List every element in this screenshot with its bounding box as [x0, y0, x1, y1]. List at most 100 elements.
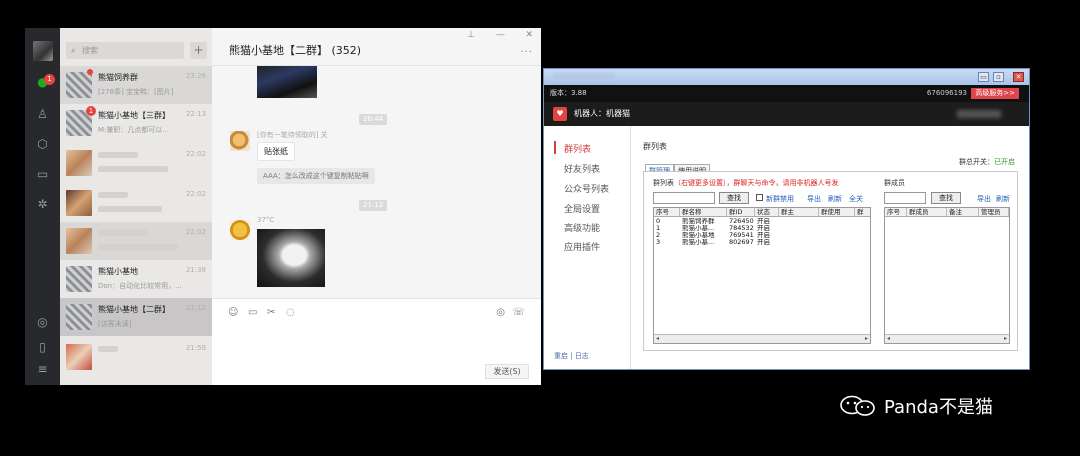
cell-status: 开启 [757, 232, 770, 239]
emoji-icon[interactable]: ☺ [228, 307, 238, 318]
sender-avatar[interactable] [230, 220, 250, 240]
refresh-groups-link[interactable]: 刷新 [828, 194, 842, 204]
refresh-members-link[interactable]: 刷新 [996, 194, 1010, 204]
conversation-item-selected[interactable]: 熊猫小基地【二群】 [访客未读] 21:12 [60, 298, 212, 336]
nav-advanced[interactable]: 高级功能 [564, 221, 600, 234]
conversation-time: 22:02 [185, 228, 206, 236]
new-group-disable-label[interactable]: 新群禁用 [766, 194, 794, 204]
members-label: 群成员 [884, 179, 905, 187]
send-button[interactable]: 发送(S) [485, 364, 529, 379]
minimize-icon[interactable]: ▭ [978, 72, 989, 82]
folder-icon[interactable]: ▭ [248, 307, 257, 318]
conversation-time: 22:13 [185, 110, 206, 118]
group-search-input[interactable] [653, 192, 715, 204]
folder-icon[interactable]: ▭ [35, 167, 50, 182]
column-header[interactable]: 群使用 [819, 208, 855, 216]
close-icon[interactable]: ✕ [1013, 72, 1024, 82]
scissors-icon[interactable]: ✂ [267, 307, 275, 318]
contacts-icon[interactable]: ♙ [35, 107, 50, 122]
select-all-link[interactable]: 全关 [849, 194, 863, 204]
column-header[interactable]: 序号 [885, 208, 907, 216]
blurred-avatar [66, 150, 92, 176]
restart-log-links[interactable]: 重启 | 日志 [554, 351, 589, 361]
member-count: (352) [331, 44, 362, 57]
nav-friend-list[interactable]: 好友列表 [564, 162, 600, 175]
maximize-icon[interactable]: ▫ [993, 72, 1004, 82]
quoted-message[interactable]: AAA：怎么改成这个键复制粘贴啊 [257, 168, 375, 184]
member-table[interactable]: 序号 群成员 备注 管理员 ◂ ▸ [884, 207, 1010, 344]
table-row[interactable]: 3 熊猫小基... 802697 开启 [654, 239, 779, 246]
version-label: 版本：3.88 [550, 89, 587, 97]
column-header[interactable]: 群名称 [680, 208, 727, 216]
call-icon[interactable]: ☏ [512, 307, 525, 318]
export-members-link[interactable]: 导出 [977, 194, 991, 204]
table-row[interactable]: 2 熊猫小基地 769541 开启 [654, 232, 779, 239]
column-header[interactable]: 群主 [779, 208, 819, 216]
text-message[interactable]: 贴张纸 [257, 142, 295, 161]
cell-index: 0 [656, 218, 661, 225]
image-message[interactable] [257, 66, 317, 98]
find-group-button[interactable]: 查找 [719, 192, 749, 204]
conversation-time: 21:38 [185, 266, 206, 274]
scroll-right-icon[interactable]: ▸ [1004, 335, 1007, 343]
box-icon[interactable]: ⬡ [35, 137, 50, 152]
conversation-time: 23:26 [185, 72, 206, 80]
window-titlebar[interactable]: ▭ ▫ ✕ [544, 69, 1029, 85]
column-header[interactable]: 群成员 [907, 208, 947, 216]
conversation-item[interactable]: 21:59 [60, 338, 212, 376]
scroll-left-icon[interactable]: ◂ [887, 335, 890, 343]
column-header[interactable]: 序号 [654, 208, 680, 216]
more-icon[interactable]: ··· [520, 47, 533, 58]
blurred-preview [98, 206, 162, 212]
compass-icon[interactable]: ◎ [35, 315, 50, 330]
column-header[interactable]: 备注 [947, 208, 979, 216]
sender-avatar[interactable] [230, 131, 250, 151]
group-master-switch[interactable]: 群总开关：已开启 [959, 157, 1015, 167]
phone-icon[interactable]: ▯ [35, 340, 50, 355]
member-search-input[interactable] [884, 192, 926, 204]
group-table[interactable]: 序号 群名称 群ID 状态 群主 群使用 群 0 熊猫饲养群 726450 开启 [653, 207, 871, 344]
scroll-left-icon[interactable]: ◂ [656, 335, 659, 343]
user-avatar[interactable] [33, 41, 53, 61]
conversation-item[interactable]: 熊猫小基地 Don：自动化比较常用，... 21:38 [60, 260, 212, 298]
table-row[interactable]: 0 熊猫饲养群 726450 开启 [654, 218, 779, 225]
message-composer[interactable]: ☺ ▭ ✂ ◌ ◎ ☏ 发送(S) [212, 298, 541, 385]
column-header[interactable]: 群ID [727, 208, 755, 216]
horizontal-scrollbar[interactable]: ◂ ▸ [885, 334, 1009, 343]
unread-dot [87, 69, 93, 75]
find-member-button[interactable]: 查找 [931, 192, 961, 204]
nav-official-accounts[interactable]: 公众号列表 [564, 182, 609, 195]
nav-plugins[interactable]: 应用插件 [564, 240, 600, 253]
robot-nav: 群列表 好友列表 公众号列表 全局设置 高级功能 应用插件 重启 | 日志 [544, 126, 630, 369]
gear-icon[interactable]: ✲ [35, 197, 50, 212]
horizontal-scrollbar[interactable]: ◂ ▸ [654, 334, 870, 343]
pin-icon[interactable]: ⊥ [467, 30, 475, 40]
column-header[interactable]: 状态 [755, 208, 779, 216]
chat-bubble-icon[interactable]: ◌ [286, 307, 295, 318]
wechat-window: ● 1 ♙ ⬡ ▭ ✲ ◎ ▯ ≡ ⌕ 搜索 + 熊猫饲养群 [278条] 宝宝… [25, 28, 541, 385]
search-input[interactable]: ⌕ 搜索 [66, 42, 184, 59]
image-message[interactable] [257, 229, 325, 287]
cell-group-id: 769541 [729, 232, 754, 239]
nav-group-list[interactable]: 群列表 [564, 142, 591, 155]
advanced-service-button[interactable]: 高级服务>> [971, 88, 1019, 99]
export-groups-link[interactable]: 导出 [807, 194, 821, 204]
minimize-icon[interactable]: — [496, 30, 505, 40]
conversation-preview: [访客未读] [98, 320, 132, 328]
conversation-item[interactable]: 1 熊猫小基地【三群】 M:兼职：几点都可以... 22:13 [60, 104, 212, 142]
table-row[interactable]: 1 熊猫小基... 784532 开启 [654, 225, 779, 232]
scroll-right-icon[interactable]: ▸ [865, 335, 868, 343]
menu-icon[interactable]: ≡ [35, 362, 50, 377]
live-icon[interactable]: ◎ [496, 307, 505, 318]
add-button[interactable]: + [190, 42, 207, 59]
column-header[interactable]: 群 [855, 208, 870, 216]
conversation-item[interactable]: 22:02 [60, 144, 212, 182]
member-table-header: 序号 群成员 备注 管理员 [885, 208, 1009, 217]
new-group-disable-checkbox[interactable] [756, 194, 763, 201]
nav-global-settings[interactable]: 全局设置 [564, 202, 600, 215]
conversation-item[interactable]: 22:02 [60, 184, 212, 222]
conversation-item[interactable]: 熊猫饲养群 [278条] 宝宝鸭：[图片] 23:26 [60, 66, 212, 104]
column-header[interactable]: 管理员 [979, 208, 1009, 216]
close-icon[interactable]: ✕ [525, 30, 533, 40]
conversation-item[interactable]: 22:02 [60, 222, 212, 260]
